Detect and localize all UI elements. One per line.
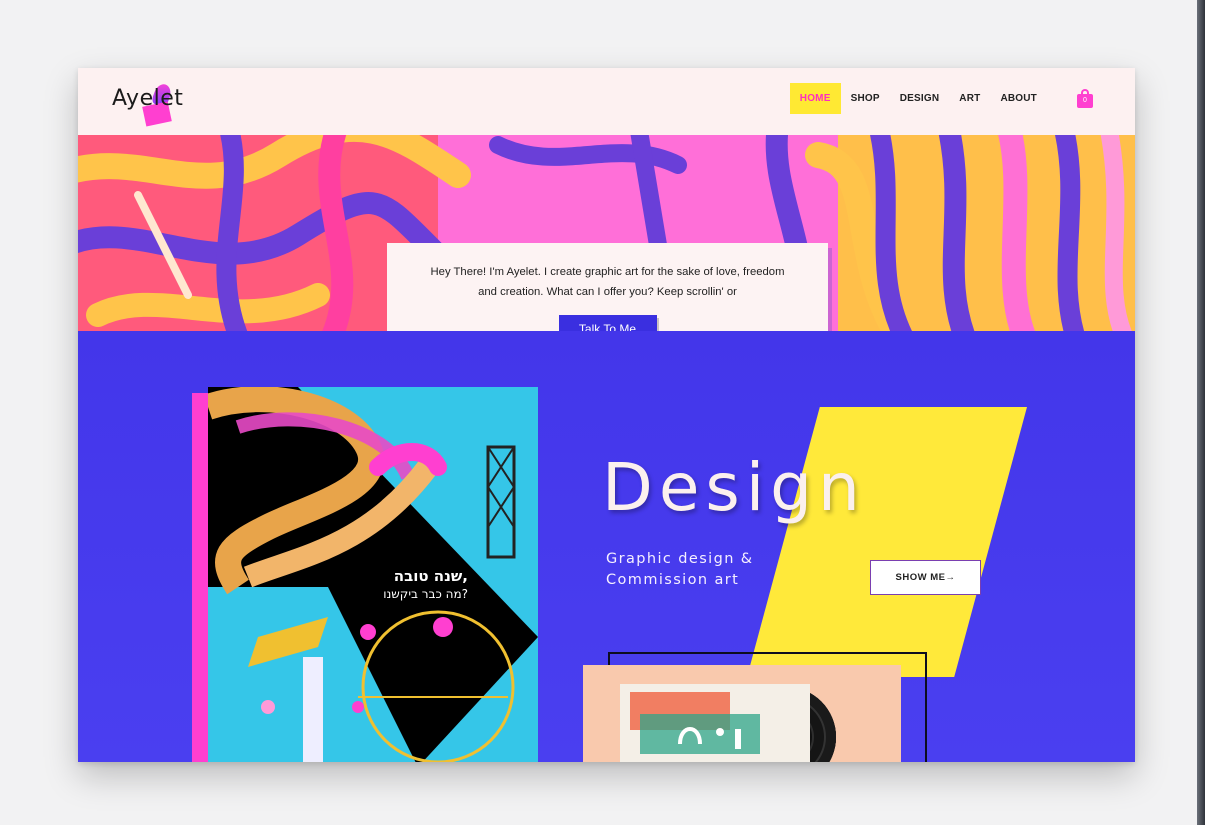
design-section: שנה טובה, מה כבר ביקשנו? Design Graphic … bbox=[78, 331, 1135, 762]
intro-line-2: and creation. What can I offer you? Keep… bbox=[478, 286, 737, 298]
site-logo[interactable]: Ayelet bbox=[112, 81, 202, 127]
show-me-button[interactable]: SHOW ME→ bbox=[870, 560, 981, 595]
website-page: Ayelet HOME SHOP DESIGN ART ABOUT 0 Hey … bbox=[78, 68, 1135, 762]
poster-title: שנה טובה, מה כבר ביקשנו? bbox=[338, 567, 468, 603]
design-title: Design bbox=[602, 449, 866, 526]
hero-banner: Hey There! I'm Ayelet. I create graphic … bbox=[78, 135, 1135, 331]
design-poster[interactable]: שנה טובה, מה כבר ביקשנו? bbox=[208, 387, 538, 762]
design-subtitle-line-2: Commission art bbox=[606, 572, 740, 588]
design-subtitle: Graphic design & Commission art bbox=[606, 549, 806, 591]
nav-item-about[interactable]: ABOUT bbox=[990, 83, 1047, 114]
talk-to-me-button[interactable]: Talk To Me bbox=[558, 315, 657, 331]
main-nav: HOME SHOP DESIGN ART ABOUT bbox=[789, 83, 1047, 114]
album-cover-art[interactable] bbox=[620, 684, 810, 762]
arrow-right-icon: → bbox=[945, 572, 956, 583]
nav-item-art[interactable]: ART bbox=[949, 83, 990, 114]
intro-text: Hey There! I'm Ayelet. I create graphic … bbox=[387, 243, 828, 302]
nav-item-design[interactable]: DESIGN bbox=[890, 83, 950, 114]
shopping-bag-icon[interactable]: 0 bbox=[1077, 89, 1093, 108]
poster-title-line-2: מה כבר ביקשנו? bbox=[383, 587, 468, 601]
intro-card: Hey There! I'm Ayelet. I create graphic … bbox=[387, 243, 828, 331]
site-header: Ayelet HOME SHOP DESIGN ART ABOUT 0 bbox=[78, 68, 1135, 135]
cart-count: 0 bbox=[1077, 94, 1093, 108]
poster-title-line-1: שנה טובה, bbox=[393, 567, 468, 585]
design-subtitle-line-1: Graphic design & bbox=[606, 551, 754, 567]
frame-shadow-edge bbox=[1197, 0, 1205, 825]
nav-item-shop[interactable]: SHOP bbox=[841, 83, 890, 114]
poster-accent-edge bbox=[192, 393, 208, 762]
yellow-parallelogram bbox=[747, 407, 1027, 677]
intro-line-1: Hey There! I'm Ayelet. I create graphic … bbox=[430, 266, 785, 278]
album-cover-painting bbox=[620, 684, 810, 762]
nav-item-home[interactable]: HOME bbox=[789, 83, 841, 114]
logo-text: Ayelet bbox=[112, 86, 184, 111]
show-me-label: SHOW ME bbox=[895, 572, 946, 583]
